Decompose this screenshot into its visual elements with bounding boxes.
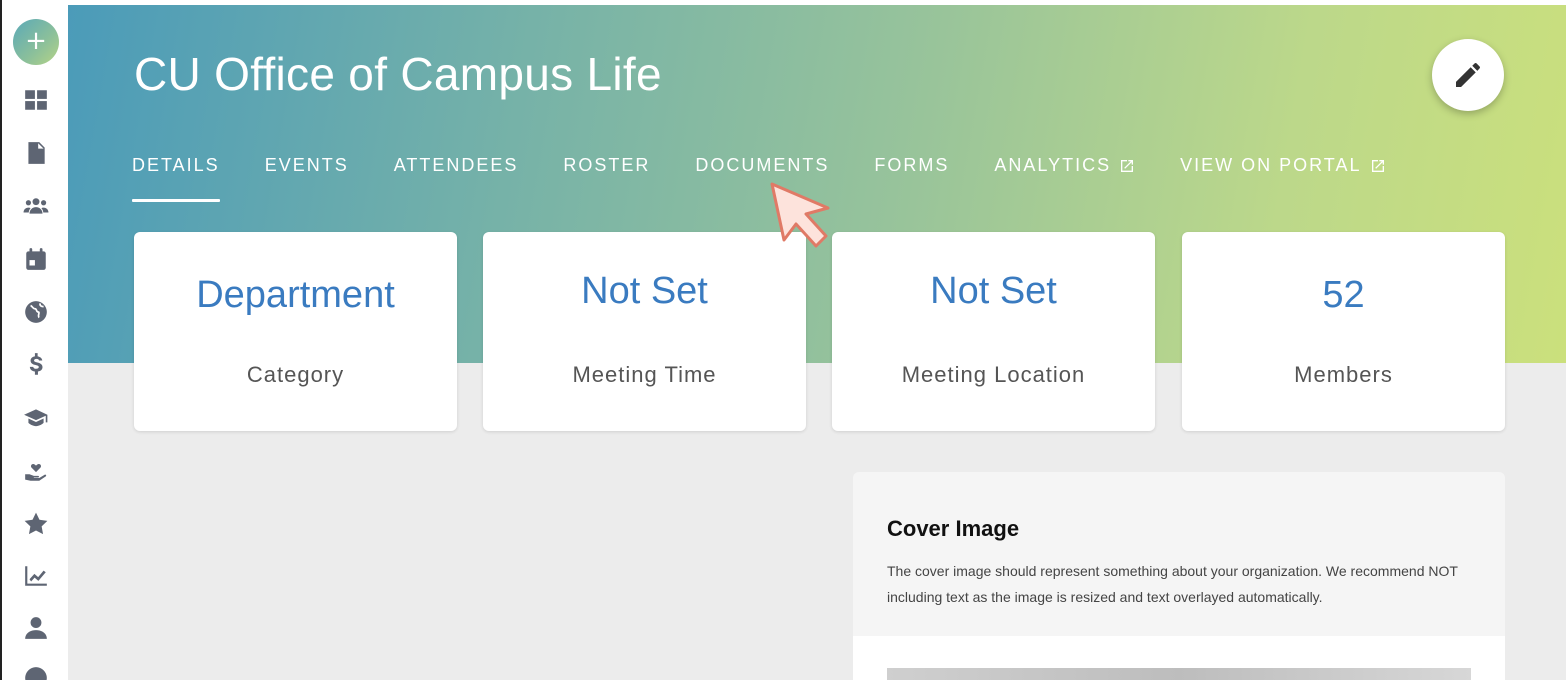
stat-card-category[interactable]: Department Category <box>134 232 457 431</box>
users-icon[interactable] <box>20 190 52 222</box>
cover-image-description: The cover image should represent somethi… <box>887 563 1458 605</box>
tab-view-on-portal[interactable]: VIEW ON PORTAL <box>1180 155 1385 201</box>
compass-icon[interactable] <box>20 662 52 680</box>
pencil-icon <box>1456 63 1480 87</box>
tab-analytics[interactable]: ANALYTICS <box>994 155 1135 201</box>
pointer-cursor-icon <box>770 182 830 248</box>
cover-image-preview[interactable] <box>887 668 1471 680</box>
document-icon[interactable] <box>20 137 52 169</box>
sidebar: + <box>0 0 68 680</box>
chart-line-icon[interactable] <box>20 560 52 592</box>
hand-heart-icon[interactable] <box>20 455 52 487</box>
stat-label: Members <box>1294 362 1393 387</box>
page-title: CU Office of Campus Life <box>134 48 662 100</box>
cover-image-title: Cover Image <box>887 516 1020 541</box>
stat-value: Not Set <box>581 270 708 312</box>
user-icon[interactable] <box>20 612 52 644</box>
stat-card-meeting-location[interactable]: Not Set Meeting Location <box>832 232 1155 431</box>
stat-value: Department <box>196 274 395 316</box>
edit-button[interactable] <box>1432 39 1504 111</box>
tab-forms[interactable]: FORMS <box>874 155 949 201</box>
stat-label: Category <box>246 362 345 387</box>
tab-events[interactable]: EVENTS <box>265 155 349 201</box>
tab-details[interactable]: DETAILS <box>132 155 220 202</box>
external-link-icon <box>1371 160 1384 172</box>
stat-card-members[interactable]: 52 Members <box>1182 232 1505 431</box>
stat-label: Meeting Location <box>901 362 1086 387</box>
stat-value: Not Set <box>930 270 1057 312</box>
dollar-icon[interactable] <box>20 349 52 381</box>
cover-image-panel: Cover Image The cover image should repre… <box>853 472 1505 680</box>
star-icon[interactable] <box>20 508 52 540</box>
external-link-icon <box>1121 160 1134 172</box>
tab-roster[interactable]: ROSTER <box>563 155 650 201</box>
stat-value: 52 <box>1322 274 1365 316</box>
tab-attendees[interactable]: ATTENDEES <box>394 155 519 201</box>
stat-card-meeting-time[interactable]: Not Set Meeting Time <box>483 232 806 431</box>
add-button[interactable]: + <box>13 19 59 65</box>
dashboard-icon[interactable] <box>20 84 52 116</box>
calendar-icon[interactable] <box>20 243 52 275</box>
stat-label: Meeting Time <box>572 362 717 387</box>
graduation-cap-icon[interactable] <box>20 402 52 434</box>
globe-icon[interactable] <box>20 296 52 328</box>
